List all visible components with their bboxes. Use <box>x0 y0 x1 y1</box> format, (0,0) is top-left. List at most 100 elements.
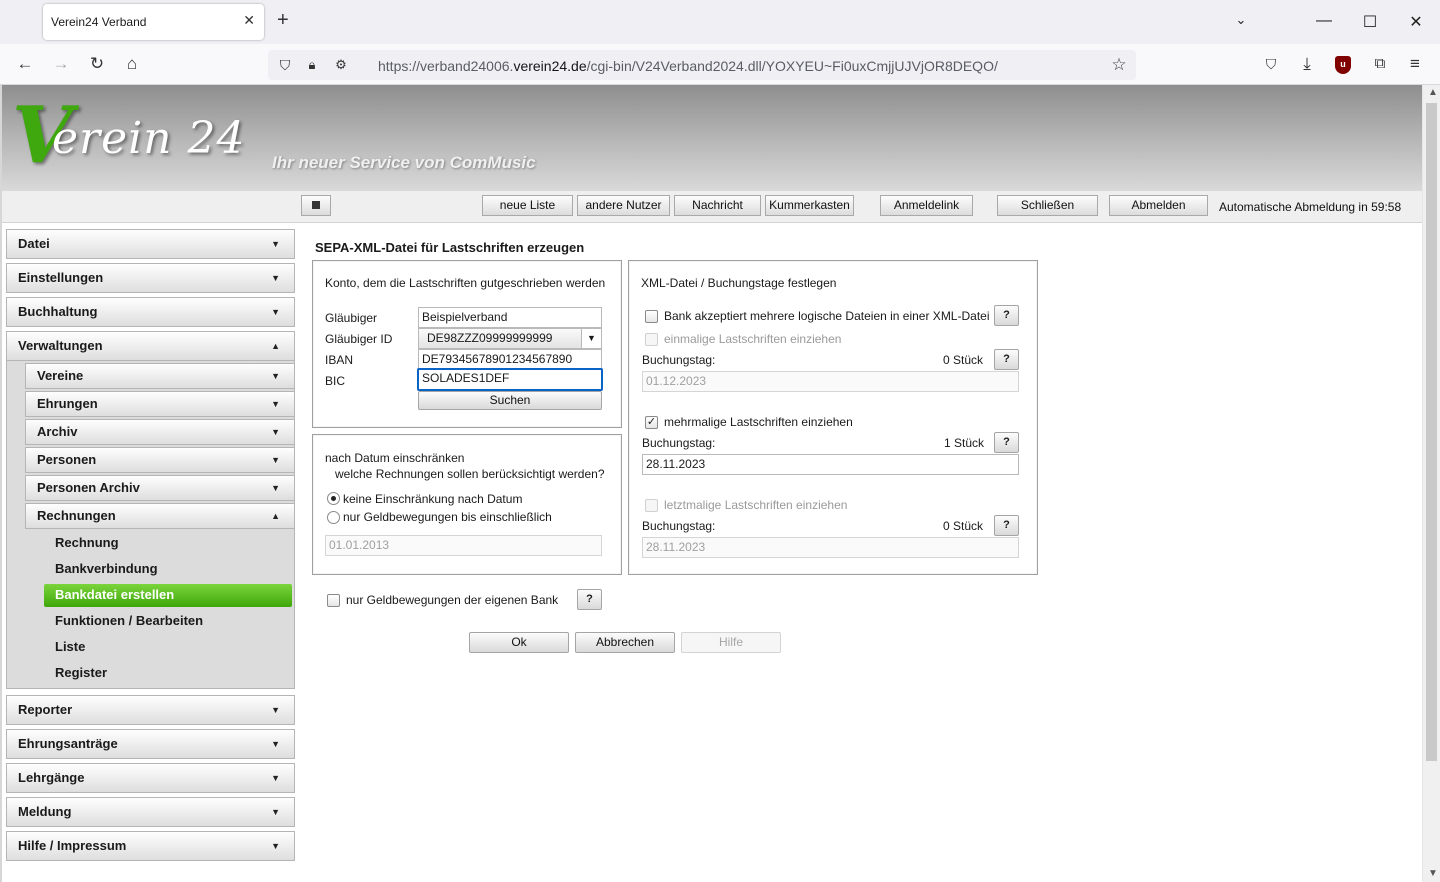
shield-icon[interactable]: ⛉ <box>274 55 296 75</box>
url-text[interactable]: https://verband24006.verein24.de/cgi-bin… <box>378 58 998 74</box>
multi-file-label[interactable]: Bank akzeptiert mehrere logische Dateien… <box>664 309 990 323</box>
tab-close-icon[interactable]: ✕ <box>243 12 255 29</box>
permissions-icon[interactable]: ⚙ <box>330 55 352 75</box>
close-window-icon[interactable]: ✕ <box>1406 12 1426 32</box>
fullscreen-toggle-button[interactable] <box>301 195 331 216</box>
menu-lehrgaenge[interactable]: Lehrgänge ▼ <box>6 763 295 793</box>
search-button[interactable]: Suchen <box>418 391 602 410</box>
other-users-button[interactable]: andere Nutzer <box>577 195 670 216</box>
back-icon[interactable]: ← <box>14 54 36 74</box>
letztmalig-count: 0 Stück <box>943 519 984 533</box>
menu-verwaltungen[interactable]: Verwaltungen ▲ <box>6 331 295 361</box>
datum-panel: nach Datum einschränken welche Rechnunge… <box>312 434 622 575</box>
bic-field[interactable]: SOLADES1DEF <box>417 368 603 391</box>
chevron-down-icon: ▼ <box>271 307 280 317</box>
scroll-down-icon[interactable]: ▼ <box>1428 868 1438 879</box>
menu-meldung[interactable]: Meldung ▼ <box>6 797 295 827</box>
new-tab-icon[interactable]: + <box>277 10 289 30</box>
minimize-icon[interactable]: — <box>1314 12 1334 30</box>
letztmalig-checkbox[interactable] <box>645 499 658 512</box>
extensions-icon[interactable]: ⧉ <box>1369 54 1391 74</box>
radio-no-date-limit[interactable] <box>327 492 340 505</box>
sidebar-item-bankdatei-erstellen[interactable]: Bankdatei erstellen <box>44 584 292 607</box>
radio-until-date-label[interactable]: nur Geldbewegungen bis einschließlich <box>343 510 552 524</box>
menu-einstellungen[interactable]: Einstellungen ▼ <box>6 263 295 293</box>
square-icon <box>312 201 320 209</box>
toolbar: neue Liste andere Nutzer Nachricht Kumme… <box>2 191 1422 223</box>
submenu-personen[interactable]: Personen ▼ <box>25 447 295 473</box>
glaeubiger-id-select[interactable]: DE98ZZZ09999999999 ▼ <box>418 328 602 349</box>
help-multi-file-button[interactable]: ? <box>994 305 1019 326</box>
complaints-button[interactable]: Kummerkasten <box>765 195 854 216</box>
slogan: Ihr neuer Service von ComMusic <box>272 153 536 172</box>
bookmark-star-icon[interactable]: ☆ <box>1108 55 1130 75</box>
sidebar-item-bankverbindung[interactable]: Bankverbindung <box>44 558 292 581</box>
maximize-icon[interactable]: ☐ <box>1360 12 1380 32</box>
chevron-down-icon: ▼ <box>271 705 280 715</box>
own-bank-checkbox[interactable] <box>327 594 340 607</box>
downloads-icon[interactable]: ⤓ <box>1296 54 1318 74</box>
xml-panel: XML-Datei / Buchungstage festlegen Bank … <box>628 260 1038 575</box>
menu-datei[interactable]: Datei ▼ <box>6 229 295 259</box>
menu-hilfe-impressum[interactable]: Hilfe / Impressum ▼ <box>6 831 295 861</box>
submenu-rechnungen[interactable]: Rechnungen ▲ <box>25 503 295 529</box>
submenu-ehrungen[interactable]: Ehrungen ▼ <box>25 391 295 417</box>
letztmalig-date-field[interactable]: 28.11.2023 <box>642 537 1019 558</box>
help-mehrmalig-button[interactable]: ? <box>994 432 1019 453</box>
logout-button[interactable]: Abmelden <box>1109 195 1208 216</box>
help-einmalig-button[interactable]: ? <box>994 349 1019 370</box>
menu-reporter[interactable]: Reporter ▼ <box>6 695 295 725</box>
date-limit-field[interactable]: 01.01.2013 <box>325 535 602 556</box>
home-icon[interactable]: ⌂ <box>121 54 143 74</box>
letztmalig-label: letztmalige Lastschriften einziehen <box>664 498 848 512</box>
forward-icon[interactable]: → <box>50 54 72 74</box>
ublock-icon[interactable]: u <box>1335 56 1351 74</box>
dropdown-arrow-icon[interactable]: ▼ <box>581 329 601 348</box>
menu-buchhaltung[interactable]: Buchhaltung ▼ <box>6 297 295 327</box>
chevron-down-icon: ▼ <box>271 273 280 283</box>
einmalig-checkbox[interactable] <box>645 333 658 346</box>
auto-logout-timer: Automatische Abmeldung in 59:58 <box>1219 200 1402 214</box>
sidebar-item-liste[interactable]: Liste <box>44 636 292 659</box>
scroll-up-icon[interactable]: ▲ <box>1428 87 1438 98</box>
help-letztmalig-button[interactable]: ? <box>994 515 1019 536</box>
ok-button[interactable]: Ok <box>469 632 569 653</box>
login-link-button[interactable]: Anmeldelink <box>880 195 973 216</box>
cancel-button[interactable]: Abbrechen <box>575 632 675 653</box>
multi-file-checkbox[interactable] <box>645 310 658 323</box>
chevron-down-icon: ▼ <box>271 427 280 437</box>
einmalig-date-field[interactable]: 01.12.2023 <box>642 371 1019 392</box>
glaeubiger-field[interactable]: Beispielverband <box>418 307 602 328</box>
menu-ehrungsantraege[interactable]: Ehrungsanträge ▼ <box>6 729 295 759</box>
close-button[interactable]: Schließen <box>997 195 1098 216</box>
iban-field[interactable]: DE79345678901234567890 <box>418 349 602 370</box>
pocket-icon[interactable]: ⛉ <box>1260 54 1282 74</box>
url-bar[interactable]: ⛉ 🔒︎ ⚙ https://verband24006.verein24.de/… <box>268 50 1136 80</box>
browser-tab[interactable]: Verein24 Verband ✕ <box>43 4 264 40</box>
vertical-scrollbar[interactable]: ▲ ▼ <box>1422 85 1440 882</box>
chevron-down-icon: ▼ <box>271 739 280 749</box>
sidebar-item-funktionen-bearbeiten[interactable]: Funktionen / Bearbeiten <box>44 610 292 633</box>
help-button[interactable]: Hilfe <box>681 632 781 653</box>
reload-icon[interactable]: ↻ <box>86 54 108 74</box>
lock-icon[interactable]: 🔒︎ <box>301 55 323 75</box>
help-own-bank-button[interactable]: ? <box>577 589 602 610</box>
mehrmalig-checkbox[interactable]: ✓ <box>645 416 658 429</box>
submenu-personen-archiv[interactable]: Personen Archiv ▼ <box>25 475 295 501</box>
scrollbar-thumb[interactable] <box>1426 103 1437 761</box>
submenu-vereine[interactable]: Vereine ▼ <box>25 363 295 389</box>
radio-no-date-limit-label[interactable]: keine Einschränkung nach Datum <box>343 492 522 506</box>
own-bank-label[interactable]: nur Geldbewegungen der eigenen Bank <box>346 593 558 607</box>
mehrmalig-date-field[interactable]: 28.11.2023 <box>642 454 1019 475</box>
message-button[interactable]: Nachricht <box>674 195 761 216</box>
new-list-button[interactable]: neue Liste <box>482 195 573 216</box>
chevron-down-icon: ▼ <box>271 399 280 409</box>
sidebar-item-register[interactable]: Register <box>44 662 292 685</box>
menu-icon[interactable]: ≡ <box>1404 54 1426 74</box>
chevron-down-icon: ▼ <box>271 841 280 851</box>
submenu-archiv[interactable]: Archiv ▼ <box>25 419 295 445</box>
sidebar-item-rechnung[interactable]: Rechnung <box>44 532 292 555</box>
radio-until-date[interactable] <box>327 511 340 524</box>
tab-list-icon[interactable]: ⌄ <box>1231 12 1251 28</box>
mehrmalig-label[interactable]: mehrmalige Lastschriften einziehen <box>664 415 853 429</box>
